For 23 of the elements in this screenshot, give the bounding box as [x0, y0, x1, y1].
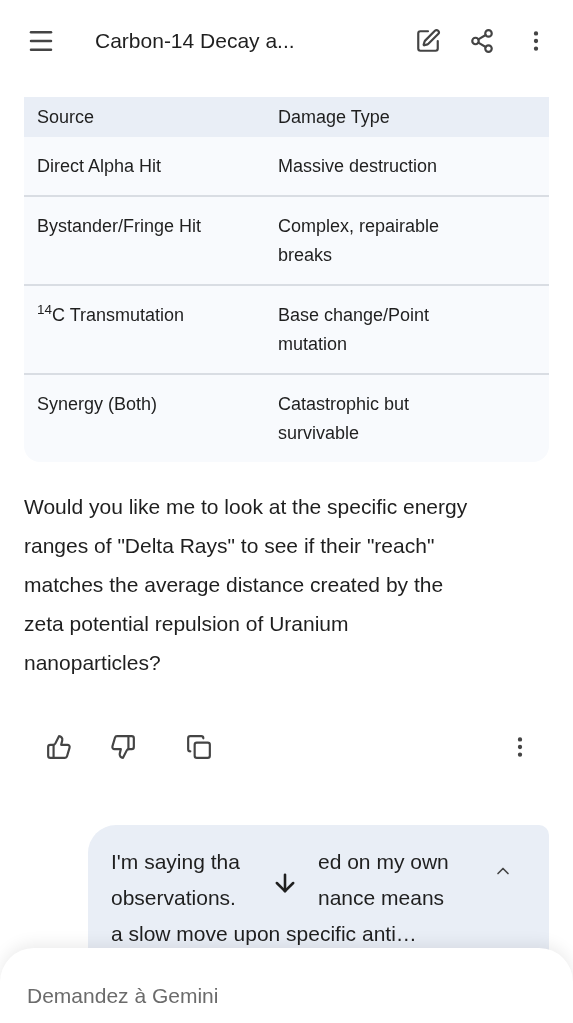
message-text: ed on my own [318, 849, 449, 875]
thumbs-down-icon[interactable] [110, 734, 136, 760]
table-cell-text: Base change/Point mutation [278, 304, 431, 356]
table-cell-text: $^{14}$C Transmutation [36, 301, 186, 327]
table-cell-text: Direct Alpha Hit [36, 155, 163, 178]
message-text: observations. [111, 885, 236, 911]
message-text: I'm saying tha [111, 849, 240, 875]
copy-icon[interactable] [186, 734, 212, 760]
table-cell-text: Bystander/Fringe Hit [36, 215, 203, 238]
prompt-input[interactable]: Demandez à Gemini [27, 980, 527, 1012]
column-header: Source [36, 105, 96, 129]
table-cell-text: Massive destruction [278, 155, 439, 178]
thumbs-up-icon[interactable] [46, 734, 72, 760]
table-cell-text: Synergy (Both) [36, 393, 159, 416]
edit-icon[interactable] [415, 28, 441, 54]
table-cell-text: Complex, repairable breaks [278, 215, 441, 267]
column-header: Damage Type [278, 105, 390, 129]
chat-title: Carbon-14 Decay a... [95, 28, 295, 55]
response-text: Would you like me to look at the specific energy ranges of "Delta Rays" to see if their "reach" matches the average distance created by the zeta potential repulsion of Uranium nanoparticles? [24, 494, 469, 676]
share-icon[interactable] [469, 28, 495, 54]
message-text: nance means [318, 885, 445, 911]
table-cell-text: Catastrophic but survivable [278, 393, 411, 445]
message-text: a slow move upon specific anti… [111, 921, 417, 947]
